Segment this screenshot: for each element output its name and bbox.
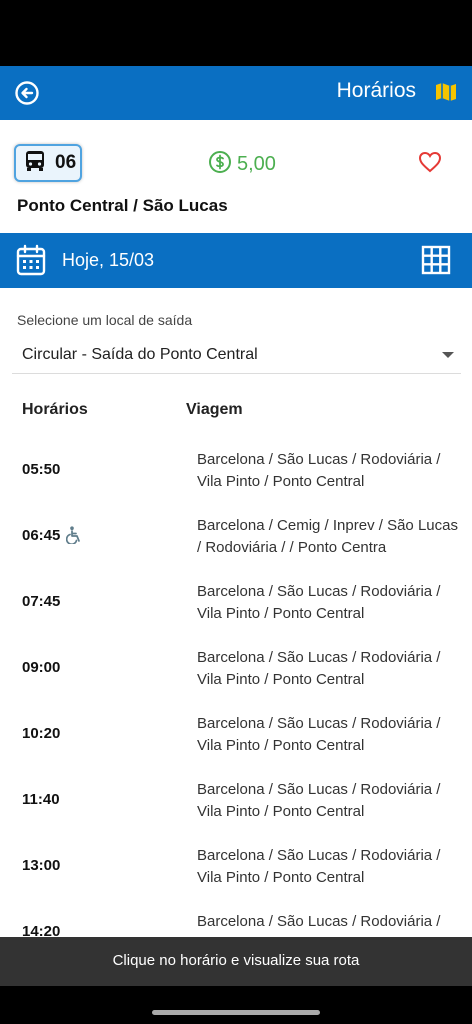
date-bar: Hoje, 15/03 (0, 233, 472, 288)
dollar-circle-icon (208, 150, 232, 179)
departure-time: 10:20 (22, 725, 61, 742)
route-number: 06 (55, 152, 77, 173)
schedule-row[interactable]: 11:40 Barcelona / São Lucas / Rodoviária… (0, 767, 472, 833)
schedule-row[interactable]: 09:00 Barcelona / São Lucas / Rodoviária… (0, 635, 472, 701)
date-label[interactable]: Hoje, 15/03 (62, 250, 154, 271)
system-navigation-bar (0, 986, 472, 1024)
trip-description: Barcelona / São Lucas / Rodoviária / Vil… (197, 715, 441, 754)
back-arrow-icon[interactable] (14, 80, 40, 106)
origin-select[interactable]: Circular - Saída do Ponto Central (12, 338, 461, 374)
grid-icon[interactable] (420, 244, 452, 276)
trip-description: Barcelona / São Lucas / Rodoviária / Vil… (197, 781, 441, 820)
status-bar (0, 0, 472, 66)
departure-time: 07:45 (22, 593, 61, 610)
trip-description: Barcelona / São Lucas / Rodoviária / Vil… (197, 649, 441, 688)
calendar-icon[interactable] (16, 244, 46, 276)
snackbar: Clique no horário e visualize sua rota (0, 937, 472, 986)
map-icon[interactable] (434, 80, 458, 104)
snackbar-message: Clique no horário e visualize sua rota (112, 952, 360, 969)
app-bar: Horários (0, 66, 472, 120)
route-number-badge: 06 (14, 144, 82, 182)
wheelchair-accessible-icon (65, 526, 82, 546)
heart-icon[interactable] (418, 151, 442, 173)
schedule-list: 05:50 Barcelona / São Lucas / Rodoviária… (0, 437, 472, 965)
schedule-row[interactable]: 05:50 Barcelona / São Lucas / Rodoviária… (0, 437, 472, 503)
route-name: Ponto Central / São Lucas (17, 196, 228, 215)
fare: 5,00 (208, 150, 276, 179)
departure-time: 05:50 (22, 461, 61, 478)
trip-description: Barcelona / São Lucas / Rodoviária / Vil… (197, 583, 441, 622)
fare-value: 5,00 (237, 153, 276, 175)
departure-time: 06:45 (22, 527, 61, 544)
page-title: Horários (336, 79, 416, 102)
schedule-row[interactable]: 06:45 Barcelona / Cemig / Inprev / São L… (0, 503, 472, 569)
route-header: 06 5,00 Ponto Central / São Lucas (0, 120, 472, 233)
departure-time: 11:40 (22, 791, 60, 808)
bus-icon (23, 149, 47, 178)
trip-description: Barcelona / São Lucas / Rodoviária / Vil… (197, 847, 441, 886)
schedule-row[interactable]: 13:00 Barcelona / São Lucas / Rodoviária… (0, 833, 472, 899)
schedule-row[interactable]: 07:45 Barcelona / São Lucas / Rodoviária… (0, 569, 472, 635)
column-header-time: Horários (22, 401, 88, 418)
departure-time: 13:00 (22, 857, 61, 874)
trip-description: Barcelona / São Lucas / Rodoviária / Vil… (197, 451, 441, 490)
trip-description: Barcelona / Cemig / Inprev / São Lucas /… (197, 517, 458, 556)
home-indicator[interactable] (152, 1010, 320, 1015)
dropdown-caret-icon (442, 352, 454, 358)
column-header-trip: Viagem (186, 401, 243, 418)
schedule-row[interactable]: 10:20 Barcelona / São Lucas / Rodoviária… (0, 701, 472, 767)
origin-caption: Selecione um local de saída (17, 312, 193, 328)
departure-time: 09:00 (22, 659, 61, 676)
origin-selected-value: Circular - Saída do Ponto Central (22, 346, 258, 363)
